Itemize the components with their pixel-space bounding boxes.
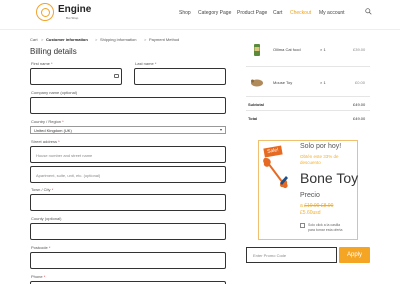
nav-shop[interactable]: Shop	[179, 10, 191, 16]
phone-label: Phone *	[31, 274, 46, 279]
order-item-price: £39.00	[353, 47, 366, 52]
street-address-label: Street address *	[31, 139, 60, 144]
promo-headline: Solo por hoy!	[300, 143, 342, 150]
promo-discount-line1: Obtén este 33% de	[300, 154, 339, 159]
bone-toy-image	[263, 157, 288, 189]
city-input[interactable]	[30, 194, 226, 211]
nav-checkout[interactable]: Checkout	[290, 10, 311, 16]
order-item-price: £0.00	[355, 80, 366, 85]
order-item-name: Mouse Toy	[273, 80, 293, 85]
promo-discount-line2: descuento	[300, 160, 321, 165]
order-item-name: Ollima Cat food	[273, 47, 301, 52]
promo-offer-checkbox[interactable]	[300, 223, 305, 228]
promo-checkbox-line2: para tomar esta oferta	[308, 228, 343, 232]
header-divider	[0, 29, 400, 30]
breadcrumb-cart[interactable]: Cart	[30, 37, 38, 42]
cat-food-image	[254, 44, 260, 56]
company-input[interactable]	[30, 97, 226, 114]
brand-name[interactable]: Engine	[58, 4, 91, 15]
county-label: County (optional)	[31, 216, 62, 221]
mouse-toy-image	[251, 79, 263, 87]
nav-category-page[interactable]: Category Page	[198, 10, 231, 16]
company-label: Company name (optional)	[31, 90, 78, 95]
logo-icon[interactable]	[36, 3, 54, 21]
contact-card-icon	[114, 74, 119, 78]
postcode-input[interactable]	[30, 252, 226, 269]
breadcrumb-customer-information[interactable]: Customer information	[46, 37, 88, 42]
breadcrumb-separator: >	[95, 37, 98, 42]
postcode-label: Postcode *	[31, 245, 51, 250]
nav-product-page[interactable]: Product Page	[237, 10, 267, 16]
street-address-input[interactable]: House number and street name	[30, 146, 226, 163]
search-icon[interactable]	[365, 8, 372, 15]
promo-code-input[interactable]: Enter Promo Code	[246, 247, 337, 263]
subtotal-value: £49.00	[353, 102, 366, 107]
breadcrumb-separator: >	[41, 37, 44, 42]
brand-tagline: Bot Shop	[66, 16, 79, 20]
city-label: Town / City *	[31, 187, 54, 192]
breadcrumb-shipping-information[interactable]: Shipping information	[100, 37, 136, 42]
order-divider	[246, 110, 370, 111]
apply-button[interactable]: Apply	[339, 247, 370, 263]
promo-new-price: £5.60usd	[300, 210, 321, 216]
chevron-down-icon: ▾	[220, 127, 223, 132]
first-name-label: First name *	[31, 61, 53, 66]
promo-checkbox-line1: Solo click a la casilla	[308, 223, 341, 227]
promo-old-price: a £10.00 £8.00	[300, 203, 334, 209]
billing-title: Billing details	[30, 47, 77, 56]
breadcrumb-separator: >	[144, 37, 147, 42]
country-select[interactable]: United Kingdom (UK)	[30, 126, 226, 134]
order-item-qty: × 1	[320, 80, 326, 85]
county-input[interactable]	[30, 223, 226, 240]
total-value: £49.00	[353, 116, 366, 121]
apartment-input[interactable]: Apartment, suite, unit, etc. (optional)	[30, 166, 226, 183]
country-label: Country / Region *	[31, 119, 64, 124]
order-divider	[246, 96, 370, 97]
last-name-label: Last name *	[135, 61, 157, 66]
promo-product-name: Bone Toy	[300, 170, 359, 186]
last-name-input[interactable]	[134, 68, 226, 85]
promo-price-label: Precio	[300, 192, 320, 199]
breadcrumb-payment-method[interactable]: Payment Method	[149, 37, 179, 42]
subtotal-label: Subtotal	[248, 102, 264, 107]
nav-cart[interactable]: Cart	[273, 10, 282, 16]
order-divider	[246, 66, 370, 67]
site-header: Engine Bot Shop Shop Category Page Produ…	[0, 0, 400, 26]
total-label: Total	[248, 116, 258, 121]
nav-my-account[interactable]: My account	[319, 10, 345, 16]
first-name-input[interactable]	[30, 68, 122, 85]
order-item-qty: × 1	[320, 47, 326, 52]
